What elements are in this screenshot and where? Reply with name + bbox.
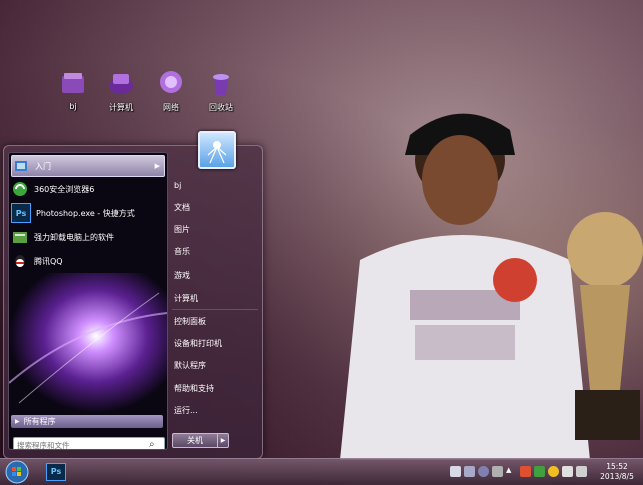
program-label: 入门 <box>35 161 51 171</box>
start-program-uninstall[interactable]: 强力卸载电脑上的软件 <box>11 227 163 247</box>
network-icon <box>160 71 182 93</box>
start-right-separator <box>172 309 258 310</box>
language-icon[interactable] <box>464 465 475 477</box>
program-label: Photoshop.exe - 快捷方式 <box>36 208 135 218</box>
photoshop-icon-text: Ps <box>50 467 62 476</box>
folder-icon <box>62 73 84 93</box>
clock-time: 15:52 <box>606 462 628 471</box>
getting-started-icon <box>12 157 30 175</box>
start-right-computer[interactable]: 计算机 <box>172 290 259 307</box>
desktop-icon-label: 网络 <box>163 103 179 112</box>
shutdown-options-arrow-icon[interactable]: ▶ <box>218 433 229 448</box>
all-programs-button[interactable]: ▶ 所有程序 <box>11 415 163 428</box>
start-program-photoshop[interactable]: Ps Photoshop.exe - 快捷方式 <box>11 203 163 223</box>
submenu-arrow-icon: ▶ <box>154 162 160 170</box>
photoshop-icon-text: Ps <box>15 208 27 218</box>
start-program-qq[interactable]: 腾讯QQ <box>11 251 163 271</box>
360-icon[interactable] <box>548 465 559 477</box>
uninstall-icon <box>11 228 29 246</box>
desktop-icon-network[interactable]: 网络 <box>149 68 193 113</box>
user-picture[interactable] <box>198 131 236 169</box>
desktop-icon-computer[interactable]: 计算机 <box>99 68 143 113</box>
shutdown-button[interactable]: 关机 <box>172 433 218 448</box>
desktop-icon-label: 回收站 <box>209 103 233 112</box>
taskbar-clock[interactable]: 15:52 2013/8/5 <box>596 462 638 482</box>
start-right-control-panel[interactable]: 控制面板 <box>172 313 259 330</box>
security-icon[interactable] <box>520 465 531 477</box>
wallpaper-trophy-image <box>567 212 643 440</box>
photoshop-icon: Ps <box>11 203 31 223</box>
browser-360-icon <box>11 180 29 198</box>
program-label: 强力卸载电脑上的软件 <box>34 232 114 242</box>
computer-icon <box>109 74 133 94</box>
start-right-documents[interactable]: 文档 <box>172 199 259 216</box>
system-tray: ▲ <box>450 462 590 480</box>
qq-icon <box>11 252 29 270</box>
start-menu: 入门 ▶ 360安全浏览器6 Ps Photoshop.exe - 快捷方式 强… <box>3 131 263 459</box>
start-search-input[interactable] <box>17 439 145 449</box>
search-icon[interactable]: ⌕ <box>149 439 161 449</box>
program-label: 腾讯QQ <box>34 256 63 266</box>
start-right-games[interactable]: 游戏 <box>172 267 259 284</box>
start-program-getting-started[interactable]: 入门 ▶ <box>11 155 165 177</box>
shield-icon[interactable] <box>534 465 545 477</box>
keyboard-icon[interactable] <box>450 465 461 477</box>
start-right-help-support[interactable]: 帮助和支持 <box>172 380 259 397</box>
program-label: 360安全浏览器6 <box>34 184 95 194</box>
start-search-box: ⌕ <box>13 437 165 449</box>
network-status-icon[interactable] <box>562 465 573 477</box>
wallpaper-player-image <box>340 113 590 460</box>
photoshop-icon: Ps <box>46 463 66 481</box>
settings-icon[interactable] <box>492 465 503 477</box>
clock-date: 2013/8/5 <box>600 472 634 481</box>
volume-icon[interactable] <box>576 465 587 477</box>
start-orb-icon[interactable] <box>4 460 30 484</box>
start-right-music[interactable]: 音乐 <box>172 243 259 260</box>
start-program-360-browser[interactable]: 360安全浏览器6 <box>11 179 163 199</box>
start-right-bj[interactable]: bj <box>172 177 259 194</box>
all-programs-label: 所有程序 <box>23 417 56 426</box>
start-right-default-programs[interactable]: 默认程序 <box>172 357 259 374</box>
desktop-icon-label: 计算机 <box>109 103 133 112</box>
help-icon[interactable] <box>478 465 489 477</box>
start-menu-art <box>9 273 167 413</box>
tray-arrow-icon[interactable]: ▲ <box>506 466 517 477</box>
start-menu-programs-pane: 入门 ▶ 360安全浏览器6 Ps Photoshop.exe - 快捷方式 强… <box>8 152 168 450</box>
recycle-bin-icon <box>213 74 229 95</box>
desktop-icon-label: bj <box>69 102 77 111</box>
all-programs-arrow-icon: ▶ <box>15 418 20 425</box>
start-right-run[interactable]: 运行... <box>172 402 259 419</box>
shutdown-group: 关机 ▶ <box>172 433 229 448</box>
taskbar-photoshop-button[interactable]: Ps <box>44 461 66 481</box>
desktop-icon-bj[interactable]: bj <box>51 68 95 111</box>
start-right-pictures[interactable]: 图片 <box>172 221 259 238</box>
start-right-devices-printers[interactable]: 设备和打印机 <box>172 335 259 352</box>
desktop-icon-recycle-bin[interactable]: 回收站 <box>199 68 243 113</box>
